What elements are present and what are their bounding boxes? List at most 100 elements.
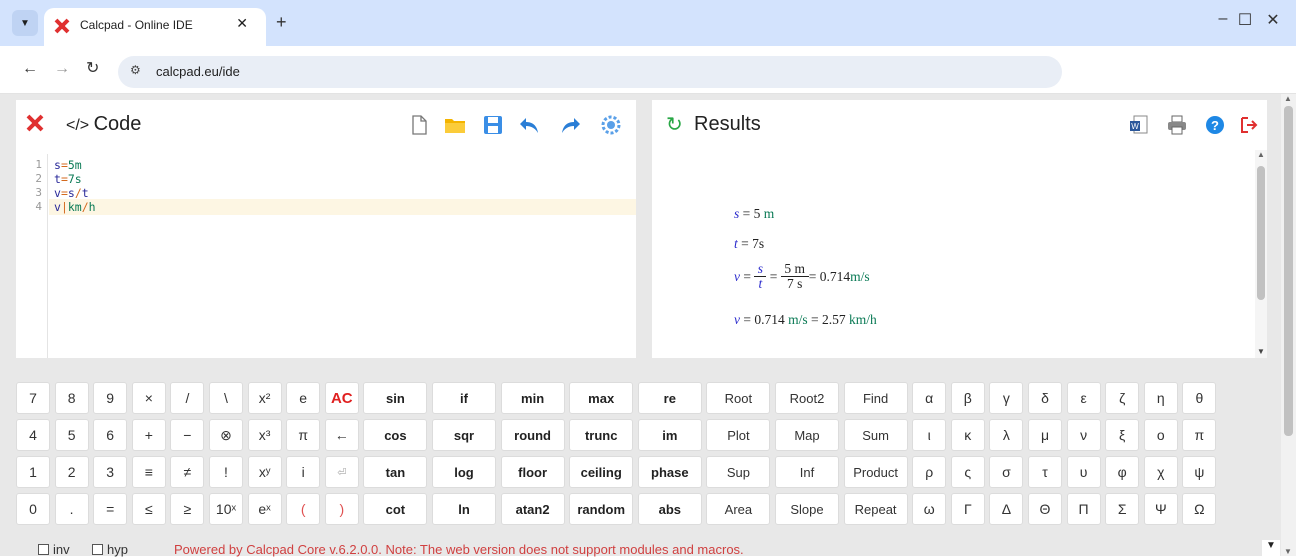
help-icon[interactable]: ? [1204,114,1226,136]
key-symbol[interactable]: Ψ [1143,493,1178,525]
new-file-icon[interactable] [408,114,430,136]
refresh-icon[interactable]: ↻ [666,112,683,137]
key-symbol[interactable]: ω [912,493,947,525]
new-tab-button[interactable]: + [276,12,287,33]
key-if[interactable]: if [432,382,496,414]
open-folder-icon[interactable] [444,114,466,136]
page-scrollbar[interactable]: ▲ ▼ [1281,94,1296,556]
key-abs[interactable]: abs [637,493,702,525]
word-export-icon[interactable]: W [1128,114,1150,136]
site-settings-icon[interactable]: ⚙ [130,63,141,77]
code-line[interactable]: v|km/h [54,200,96,214]
checkbox-box[interactable] [92,544,103,555]
key-1[interactable]: 1 [16,456,50,488]
key-symbol[interactable]: Ω [1182,493,1217,525]
key-Sum[interactable]: Sum [843,419,908,451]
key-symbol[interactable]: Θ [1028,493,1062,525]
key-atan2[interactable]: atan2 [500,493,565,525]
key-re[interactable]: re [637,382,702,414]
key-e[interactable]: e [286,382,321,414]
key-trunc[interactable]: trunc [569,419,634,451]
key-round[interactable]: round [500,419,565,451]
key-symbol[interactable]: π [1182,419,1217,451]
key-4[interactable]: 4 [16,419,50,451]
key-symbol[interactable]: ρ [912,456,947,488]
back-icon[interactable]: ← [22,60,38,78]
key-symbol[interactable]: σ [989,456,1024,488]
key-symbol[interactable]: ς [950,456,985,488]
key-tan[interactable]: tan [363,456,428,488]
forward-icon[interactable]: → [54,60,70,78]
scroll-up-icon[interactable]: ▲ [1257,150,1265,159]
key-symbol[interactable]: ≤ [131,493,166,525]
key-Root[interactable]: Root [706,382,771,414]
print-icon[interactable] [1166,114,1188,136]
code-line[interactable]: s=5m [54,158,82,172]
hyp-checkbox[interactable]: hyp [92,542,128,557]
code-line[interactable]: v=s/t [54,186,89,200]
key-symbol[interactable]: τ [1028,456,1062,488]
settings-gear-icon[interactable] [600,114,622,136]
key-symbol[interactable]: ! [209,456,243,488]
key-Repeat[interactable]: Repeat [843,493,908,525]
key-3[interactable]: 3 [93,456,128,488]
key-Inf[interactable]: Inf [775,456,839,488]
key-Slope[interactable]: Slope [775,493,839,525]
logout-icon[interactable] [1238,114,1260,136]
key-symbol[interactable]: = [93,493,128,525]
inv-checkbox[interactable]: inv [38,542,70,557]
key-symbol[interactable]: ⊗ [209,419,243,451]
key-max[interactable]: max [569,382,634,414]
scroll-up-icon[interactable]: ▲ [1284,94,1292,103]
key-symbol[interactable]: ι [912,419,947,451]
key-10[interactable]: 10ˣ [209,493,243,525]
expand-down-icon[interactable]: ▼ [1262,540,1280,556]
browser-tab[interactable]: Calcpad - Online IDE ✕ [44,8,266,46]
key-symbol[interactable]: μ [1028,419,1062,451]
close-window-button[interactable]: ✕ [1260,10,1286,30]
key-AC[interactable]: AC [324,382,359,414]
key-symbol[interactable]: ≠ [170,456,205,488]
key-log[interactable]: log [432,456,496,488]
key-symbol[interactable]: ψ [1182,456,1217,488]
key-symbol[interactable]: × [131,382,166,414]
key-symbol[interactable]: Γ [950,493,985,525]
key-symbol[interactable]: δ [1028,382,1062,414]
key-phase[interactable]: phase [637,456,702,488]
key-symbol[interactable]: ν [1066,419,1101,451]
key-9[interactable]: 9 [93,382,128,414]
key-Product[interactable]: Product [843,456,908,488]
key-symbol[interactable]: λ [989,419,1024,451]
key-symbol[interactable]: \ [209,382,243,414]
results-scroll-thumb[interactable] [1257,166,1265,300]
key-Plot[interactable]: Plot [706,419,771,451]
key-Find[interactable]: Find [843,382,908,414]
key-x[interactable]: x³ [247,419,282,451]
key-symbol[interactable]: θ [1182,382,1217,414]
key-sqr[interactable]: sqr [432,419,496,451]
key-symbol[interactable]: Π [1066,493,1101,525]
key-x[interactable]: x² [247,382,282,414]
results-scrollbar[interactable]: ▲ ▼ [1255,150,1267,358]
key-symbol[interactable]: ε [1066,382,1101,414]
key-symbol[interactable]: η [1143,382,1178,414]
key-symbol[interactable]: κ [950,419,985,451]
scroll-thumb[interactable] [1284,106,1293,436]
key-ln[interactable]: ln [432,493,496,525]
key-symbol[interactable]: − [170,419,205,451]
key-symbol[interactable]: ) [324,493,359,525]
key-min[interactable]: min [500,382,565,414]
key-i[interactable]: i [286,456,321,488]
key-sin[interactable]: sin [363,382,428,414]
key-symbol[interactable]: ξ [1105,419,1140,451]
scroll-down-icon[interactable]: ▼ [1257,347,1265,356]
undo-icon[interactable] [518,114,540,136]
key-5[interactable]: 5 [54,419,89,451]
key-symbol[interactable]: ⏎ [324,456,359,488]
key-im[interactable]: im [637,419,702,451]
key-symbol[interactable]: Σ [1105,493,1140,525]
key-Sup[interactable]: Sup [706,456,771,488]
key-symbol[interactable]: φ [1105,456,1140,488]
maximize-button[interactable]: ☐ [1232,10,1258,30]
tab-close-button[interactable]: ✕ [236,15,248,32]
